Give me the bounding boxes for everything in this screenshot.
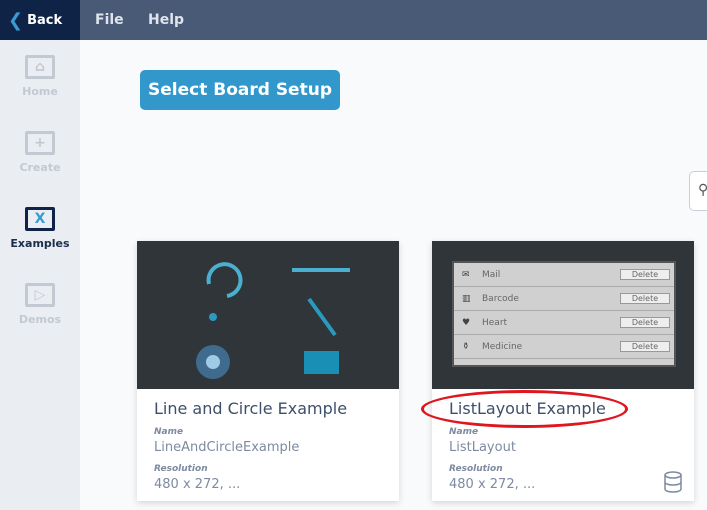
- back-chevron-icon: ❮: [8, 9, 24, 31]
- sidebar: [0, 40, 80, 510]
- list-item: ♥ Heart Delete: [454, 311, 674, 335]
- medicine-icon: ⚱: [462, 341, 470, 352]
- select-board-setup-button[interactable]: Select Board Setup: [140, 70, 340, 110]
- card-thumbnail: ✉ Mail Delete ▥ Barcode Delete ♥ Heart Delete …: [432, 241, 694, 389]
- plus-icon: +: [25, 131, 55, 155]
- mail-icon: ✉: [462, 269, 470, 280]
- back-button[interactable]: ❮ Back: [0, 0, 80, 40]
- card-thumbnail: [137, 241, 399, 389]
- sidebar-item-create[interactable]: + Create: [0, 131, 80, 174]
- sidebar-item-examples[interactable]: X Examples: [0, 207, 80, 250]
- list-item: ▥ Barcode Delete: [454, 287, 674, 311]
- menu-file[interactable]: File: [95, 0, 124, 40]
- list-preview: ✉ Mail Delete ▥ Barcode Delete ♥ Heart Delete …: [452, 261, 676, 367]
- examples-icon: X: [25, 207, 55, 231]
- heart-icon: ♥: [462, 317, 471, 328]
- highlight-annotation: [421, 390, 628, 428]
- line-circle-preview: [196, 262, 350, 379]
- sidebar-item-demos[interactable]: ▷ Demos: [0, 283, 80, 326]
- list-item: ✉ Mail Delete: [454, 263, 674, 287]
- database-icon: [664, 471, 682, 493]
- menu-help[interactable]: Help: [148, 0, 184, 40]
- search-icon[interactable]: ⚲: [689, 171, 707, 211]
- example-card-line-circle[interactable]: Line and Circle Example Name LineAndCirc…: [137, 241, 399, 501]
- sidebar-item-home[interactable]: ⌂ Home: [0, 55, 80, 98]
- home-icon: ⌂: [25, 55, 55, 79]
- example-card-listlayout[interactable]: ✉ Mail Delete ▥ Barcode Delete ♥ Heart Delete …: [432, 241, 694, 501]
- list-item: ⚱ Medicine Delete: [454, 335, 674, 359]
- play-icon: ▷: [25, 283, 55, 307]
- barcode-icon: ▥: [462, 293, 471, 304]
